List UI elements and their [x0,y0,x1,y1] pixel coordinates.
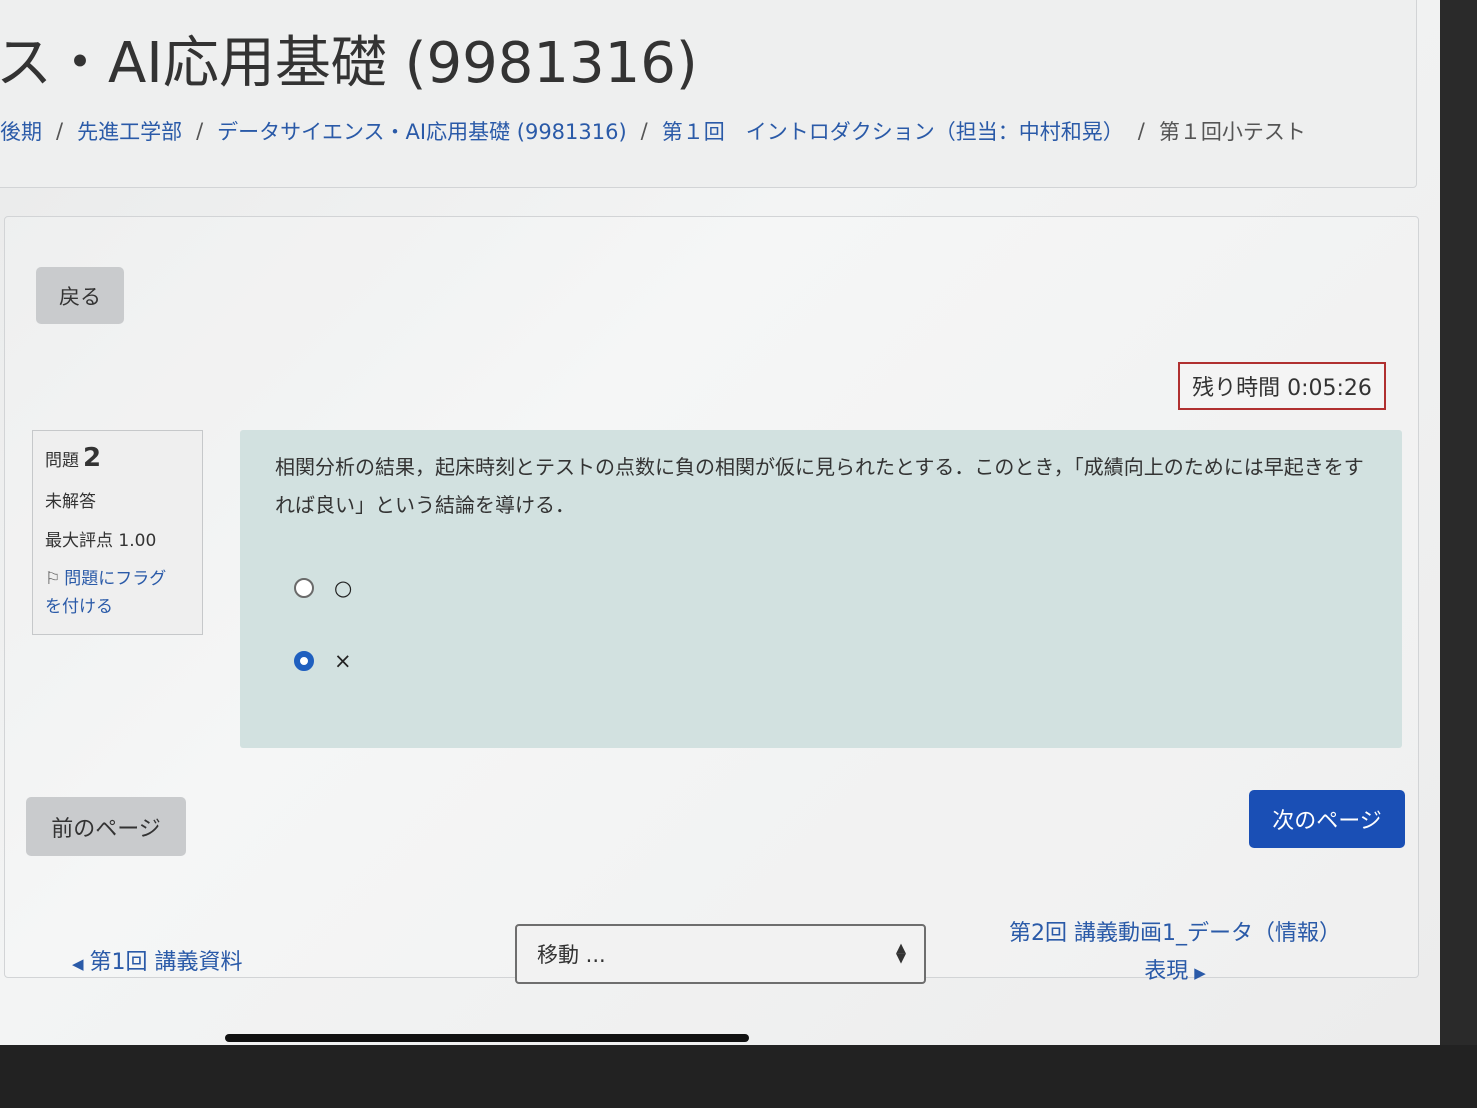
next-activity-label-line2: 表現 [1144,959,1189,984]
option-label: ○ [334,576,353,600]
screen: ス・AI応用基礎 (9981316) 後期 / 先進工学部 / データサイエンス… [0,0,1440,1045]
breadcrumb-separator: / [1137,119,1145,143]
jump-to-select[interactable]: 移動 ... ▲ ▼ [515,924,926,984]
jump-to-value: 移動 ... [537,943,606,967]
answer-option-false[interactable]: × [294,649,352,673]
radio-button-selected[interactable] [294,651,314,671]
next-activity-label-line1: 第2回 講義動画1_データ（情報） [1009,921,1341,946]
flag-icon: ⚐ [45,569,61,589]
breadcrumb-item-quiz[interactable]: 第１回小テスト [1159,116,1306,146]
breadcrumb-item-faculty[interactable]: 先進工学部 [77,116,182,146]
prev-activity-label: 第1回 講義資料 [89,950,243,975]
flag-question-link[interactable]: ⚐ 問題にフラグ を付ける [45,565,190,621]
next-activity-link[interactable]: 第2回 講義動画1_データ（情報） 表現 ▶ [1000,915,1350,992]
flag-label-line2: を付ける [45,597,113,617]
question-number: 問題 2 [45,443,190,473]
next-page-button[interactable]: 次のページ [1249,790,1405,848]
question-info-panel: 問題 2 未解答 最大評点 1.00 ⚐ 問題にフラグ を付ける [32,430,203,635]
flag-label-line1: 問題にフラグ [64,569,167,589]
max-score: 最大評点 1.00 [45,531,157,551]
question-text: 相関分析の結果，起床時刻とテストの点数に負の相関が仮に見られたとする．このとき，… [275,455,1364,517]
page-title: ス・AI応用基礎 (9981316) [0,31,698,96]
breadcrumb: 後期 / 先進工学部 / データサイエンス・AI応用基礎 (9981316) /… [0,116,1306,146]
home-indicator [225,1034,749,1042]
breadcrumb-item-section[interactable]: 第１回 イントロダクション（担当：中村和晃） [662,116,1124,146]
question-content: 相関分析の結果，起床時刻とテストの点数に負の相関が仮に見られたとする．このとき，… [240,430,1402,748]
prev-activity-link[interactable]: ◀ 第1回 講義資料 [72,944,243,976]
breadcrumb-item-course[interactable]: データサイエンス・AI応用基礎 (9981316) [217,116,627,146]
option-label: × [334,649,352,673]
device-bezel-bottom [0,1045,1477,1108]
time-remaining: 残り時間 0:05:26 [1178,362,1386,410]
breadcrumb-separator: / [196,119,204,143]
breadcrumb-item-term[interactable]: 後期 [0,116,42,146]
prev-page-button[interactable]: 前のページ [26,797,186,856]
select-arrows-icon: ▲ ▼ [896,941,906,966]
question-label: 問題 [45,451,79,471]
device-bezel-right [1440,0,1477,1108]
triangle-right-icon: ▶ [1194,964,1206,982]
breadcrumb-separator: / [56,119,64,143]
question-number-value: 2 [83,443,102,473]
answer-option-true[interactable]: ○ [294,576,352,600]
triangle-left-icon: ◀ [72,955,84,973]
radio-button[interactable] [294,578,314,598]
answer-status: 未解答 [45,492,96,512]
breadcrumb-separator: / [640,119,648,143]
back-button[interactable]: 戻る [36,267,124,324]
